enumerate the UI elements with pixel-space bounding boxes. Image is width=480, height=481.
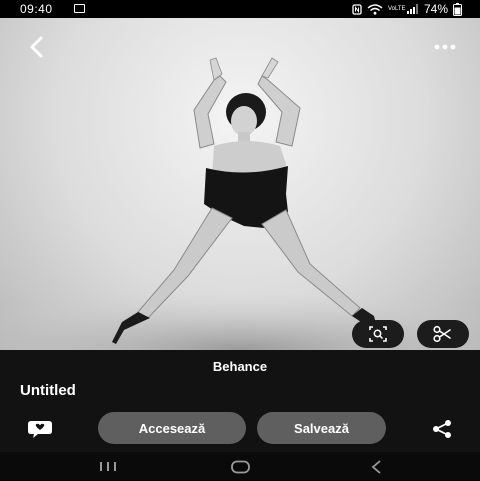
recents-icon <box>100 462 116 471</box>
gallery-icon <box>74 4 85 13</box>
home-button[interactable] <box>222 456 258 476</box>
back-button[interactable] <box>22 32 52 62</box>
visual-search-button[interactable] <box>352 320 404 348</box>
pin-details-panel: Behance Untitled Accesează Salvează <box>0 350 480 452</box>
pin-image[interactable] <box>0 18 480 350</box>
back-arrow-icon <box>30 36 43 58</box>
nav-back-button[interactable] <box>358 456 394 476</box>
pin-source[interactable]: Behance <box>0 359 480 374</box>
lens-search-icon <box>369 326 387 342</box>
status-time: 09:40 <box>20 2 53 16</box>
scissors-icon <box>433 325 451 343</box>
more-options-button[interactable] <box>430 32 460 62</box>
back-icon <box>371 460 381 474</box>
nfc-icon <box>352 3 362 15</box>
network-label: VoLTE <box>387 6 406 12</box>
comment-button[interactable] <box>26 418 54 440</box>
battery-icon <box>453 2 462 16</box>
share-icon <box>433 420 451 438</box>
share-button[interactable] <box>429 418 455 440</box>
save-button[interactable]: Salvează <box>257 412 386 444</box>
status-bar: 09:40 VoLTE 74% <box>0 0 480 18</box>
recents-button[interactable] <box>90 456 126 476</box>
comment-icon <box>28 421 52 438</box>
more-options-icon <box>434 44 456 50</box>
dancer-photo <box>0 57 480 350</box>
status-icons: VoLTE 74% <box>352 2 462 16</box>
visit-button[interactable]: Accesează <box>98 412 246 444</box>
pin-title: Untitled <box>20 382 76 399</box>
wifi-icon <box>367 3 383 15</box>
battery-percent: 74% <box>423 2 448 16</box>
home-icon <box>231 460 250 474</box>
system-nav-bar <box>0 452 480 480</box>
cutout-button[interactable] <box>417 320 469 348</box>
signal-icon <box>406 4 418 14</box>
